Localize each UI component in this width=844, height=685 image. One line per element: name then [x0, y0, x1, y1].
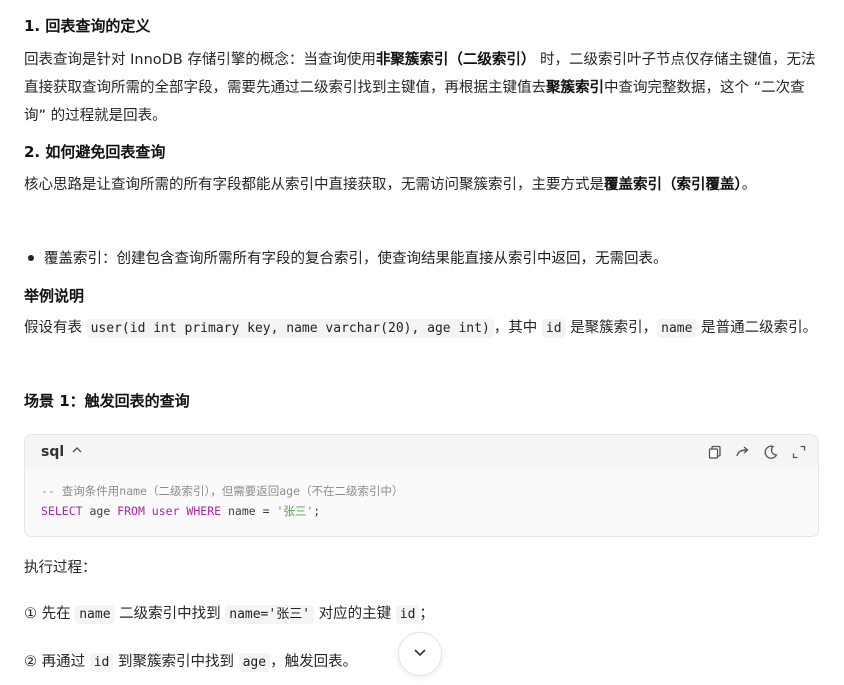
example-paragraph: 假设有表 user(id int primary key, name varch…	[24, 319, 818, 338]
share-icon[interactable]	[734, 443, 752, 461]
moon-icon[interactable]	[762, 443, 780, 461]
list-item: 覆盖索引：创建包含查询所需所有字段的复合索引，使查询结果能直接从索引中返回，无需…	[24, 245, 820, 273]
process-step-1: ① 先在 name 二级索引中找到 name='张三' 对应的主键 id；	[24, 605, 434, 624]
code-content[interactable]: -- 查询条件用name（二级索引），但需要返回age（不在二级索引中） SEL…	[41, 481, 403, 521]
code-comment: -- 查询条件用name（二级索引），但需要返回age（不在二级索引中）	[41, 484, 404, 498]
section2-heading: 2. 如何避免回表查询	[24, 143, 166, 161]
code-block-header: sql	[25, 435, 818, 469]
section1-paragraph: 回表查询是针对 InnoDB 存储引擎的概念：当查询使用非聚簇索引（二级索引） …	[24, 52, 816, 124]
code-block: sql -- 查询条件用name（二级索引），但需要返回age（不在二级索引中）…	[24, 434, 819, 537]
section1-heading: 1. 回表查询的定义	[24, 17, 151, 35]
chevron-up-icon	[67, 445, 83, 459]
chevron-down-icon	[411, 643, 429, 665]
expand-icon[interactable]	[790, 443, 808, 461]
scroll-down-button[interactable]	[398, 632, 442, 676]
copy-icon[interactable]	[706, 443, 724, 461]
code-line: SELECT age FROM user WHERE name = '张三';	[41, 504, 321, 518]
process-label: 执行过程：	[24, 560, 97, 576]
bullet-dot	[28, 255, 34, 261]
scene-heading: 场景 1：触发回表的查询	[24, 392, 190, 410]
code-toolbar	[706, 443, 808, 461]
code-language-toggle[interactable]: sql	[41, 444, 83, 460]
section2-paragraph: 核心思路是让查询所需的所有字段都能从索引中直接获取，无需访问聚簇索引，主要方式是…	[24, 177, 757, 193]
example-heading: 举例说明	[24, 287, 85, 305]
